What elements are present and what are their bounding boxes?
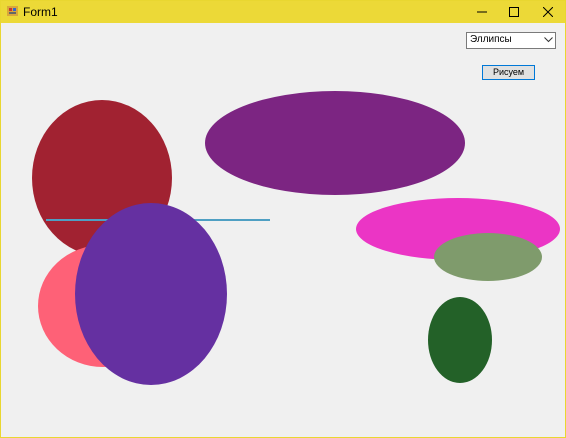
maximize-button[interactable] xyxy=(498,1,530,23)
shape-type-value: Эллипсы xyxy=(470,34,512,45)
close-button[interactable] xyxy=(532,1,564,23)
draw-button[interactable]: Рисуем xyxy=(482,65,535,80)
maximize-icon xyxy=(509,7,519,17)
close-icon xyxy=(543,7,553,17)
minimize-icon xyxy=(477,11,487,13)
ellipse-dark-green xyxy=(428,297,492,383)
window-title: Form1 xyxy=(23,5,58,19)
shape-type-select[interactable]: Эллипсы xyxy=(466,32,556,49)
ellipse-sage-green xyxy=(434,233,542,281)
minimize-button[interactable] xyxy=(466,1,498,23)
chevron-down-icon[interactable] xyxy=(544,37,553,43)
drawing-canvas xyxy=(32,91,560,385)
app-window: Form1 Эллипсы Рисуем xyxy=(0,0,566,438)
ellipse-violet xyxy=(75,203,227,385)
app-icon xyxy=(7,6,18,16)
ellipse-purple xyxy=(205,91,465,195)
form-client-area: Эллипсы Рисуем xyxy=(1,23,565,437)
title-bar[interactable]: Form1 xyxy=(1,1,565,23)
